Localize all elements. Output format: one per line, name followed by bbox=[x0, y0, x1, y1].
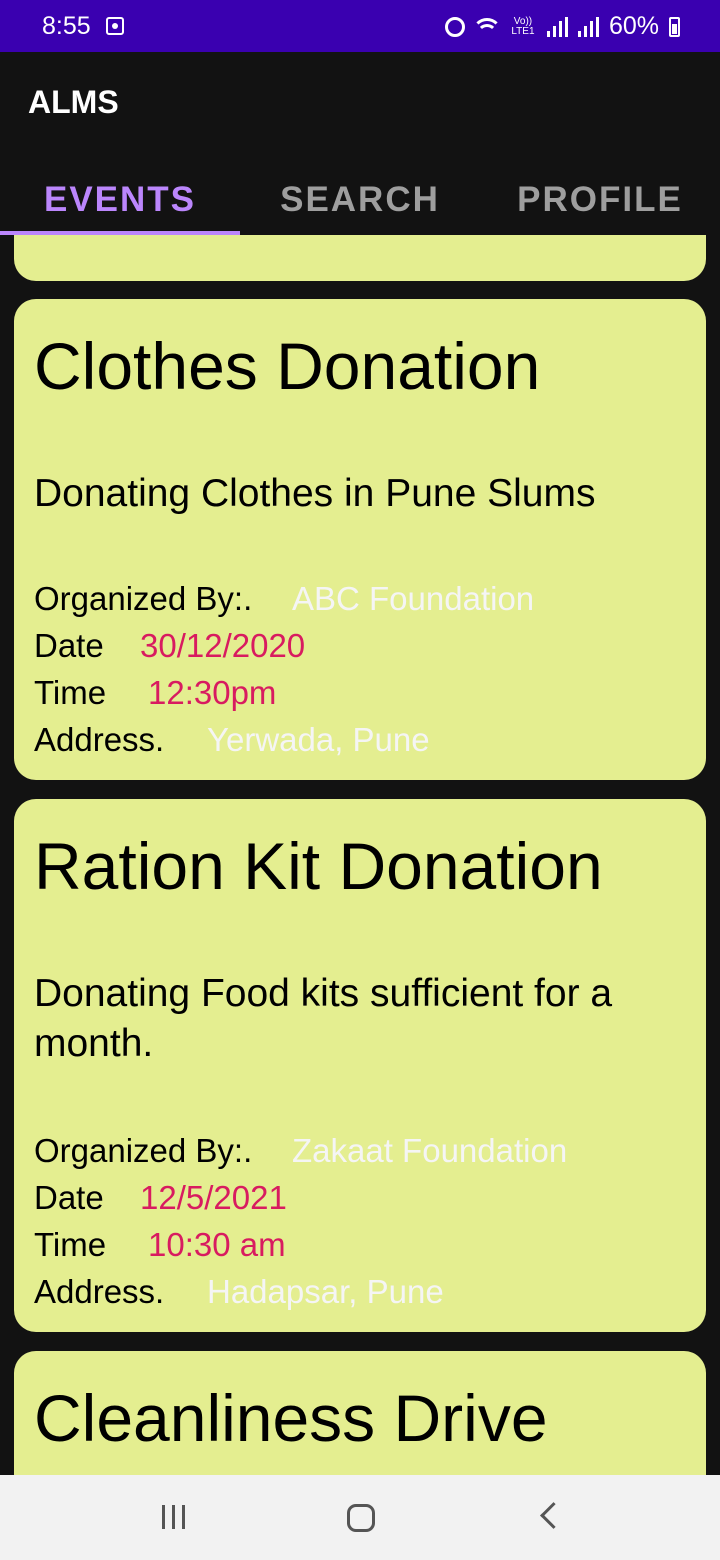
date-row: Date 30/12/2020 bbox=[34, 623, 305, 669]
status-icons: Vo)) LTE1 60% bbox=[444, 12, 680, 41]
alarm-icon bbox=[444, 16, 465, 37]
notification-icon bbox=[106, 17, 124, 35]
system-nav-bar bbox=[0, 1475, 720, 1560]
time-row: Time 12:30pm bbox=[34, 670, 276, 716]
time-label: Time bbox=[34, 1226, 107, 1263]
event-title: Cleanliness Drive bbox=[34, 1381, 548, 1455]
home-icon[interactable] bbox=[347, 1504, 375, 1532]
time-label: Time bbox=[34, 674, 107, 711]
tab-profile[interactable]: PROFILE bbox=[480, 165, 720, 235]
status-bar: 8:55 Vo)) LTE1 60% bbox=[0, 0, 720, 52]
tab-events[interactable]: EVENTS bbox=[0, 165, 240, 235]
address-row: Address. Hadapsar, Pune bbox=[34, 1269, 444, 1315]
event-card[interactable]: Clothes Donation Donating Clothes in Pun… bbox=[14, 299, 706, 780]
organizer-value: ABC Foundation bbox=[292, 580, 535, 617]
date-label: Date bbox=[34, 627, 104, 664]
event-card[interactable]: Cleanliness Drive bbox=[14, 1351, 706, 1475]
address-label: Address. bbox=[34, 1273, 165, 1310]
signal-icon bbox=[546, 16, 568, 37]
lte-icon: Vo)) LTE1 bbox=[511, 15, 535, 37]
date-value: 12/5/2021 bbox=[140, 1179, 287, 1216]
event-title: Ration Kit Donation bbox=[34, 829, 603, 903]
time-value: 10:30 am bbox=[148, 1226, 286, 1263]
address-value: Yerwada, Pune bbox=[207, 721, 430, 758]
event-card[interactable]: Ration Kit Donation Donating Food kits s… bbox=[14, 799, 706, 1332]
status-time: 8:55 bbox=[42, 12, 91, 40]
signal-icon-2 bbox=[577, 16, 599, 37]
battery-percent: 60% bbox=[608, 12, 659, 40]
address-label: Address. bbox=[34, 721, 165, 758]
date-label: Date bbox=[34, 1179, 104, 1216]
time-row: Time 10:30 am bbox=[34, 1222, 286, 1268]
address-value: Hadapsar, Pune bbox=[207, 1273, 444, 1310]
date-value: 30/12/2020 bbox=[140, 627, 306, 664]
organizer-value: Zakaat Foundation bbox=[292, 1132, 568, 1169]
date-row: Date 12/5/2021 bbox=[34, 1175, 287, 1221]
address-row: Address. Yerwada, Pune bbox=[34, 717, 430, 763]
organizer-row: Organized By:. Zakaat Foundation bbox=[34, 1128, 567, 1174]
back-icon[interactable] bbox=[540, 1502, 567, 1529]
events-list[interactable]: Clothes Donation Donating Clothes in Pun… bbox=[0, 235, 720, 1475]
organizer-label: Organized By:. bbox=[34, 580, 253, 617]
recents-icon[interactable] bbox=[162, 1505, 185, 1529]
event-title: Clothes Donation bbox=[34, 329, 541, 403]
tab-bar: EVENTS SEARCH PROFILE bbox=[0, 165, 720, 235]
app-title: ALMS bbox=[28, 84, 119, 120]
organizer-label: Organized By:. bbox=[34, 1132, 253, 1169]
wifi-icon bbox=[474, 17, 499, 36]
event-description: Donating Food kits sufficient for a mont… bbox=[34, 972, 613, 1065]
time-value: 12:30pm bbox=[148, 674, 277, 711]
event-description: Donating Clothes in Pune Slums bbox=[34, 472, 596, 515]
app-bar: ALMS EVENTS SEARCH PROFILE bbox=[0, 52, 720, 235]
tab-search[interactable]: SEARCH bbox=[240, 165, 480, 235]
battery-icon bbox=[669, 16, 680, 37]
organizer-row: Organized By:. ABC Foundation bbox=[34, 576, 534, 622]
event-card-partial[interactable] bbox=[14, 235, 706, 281]
